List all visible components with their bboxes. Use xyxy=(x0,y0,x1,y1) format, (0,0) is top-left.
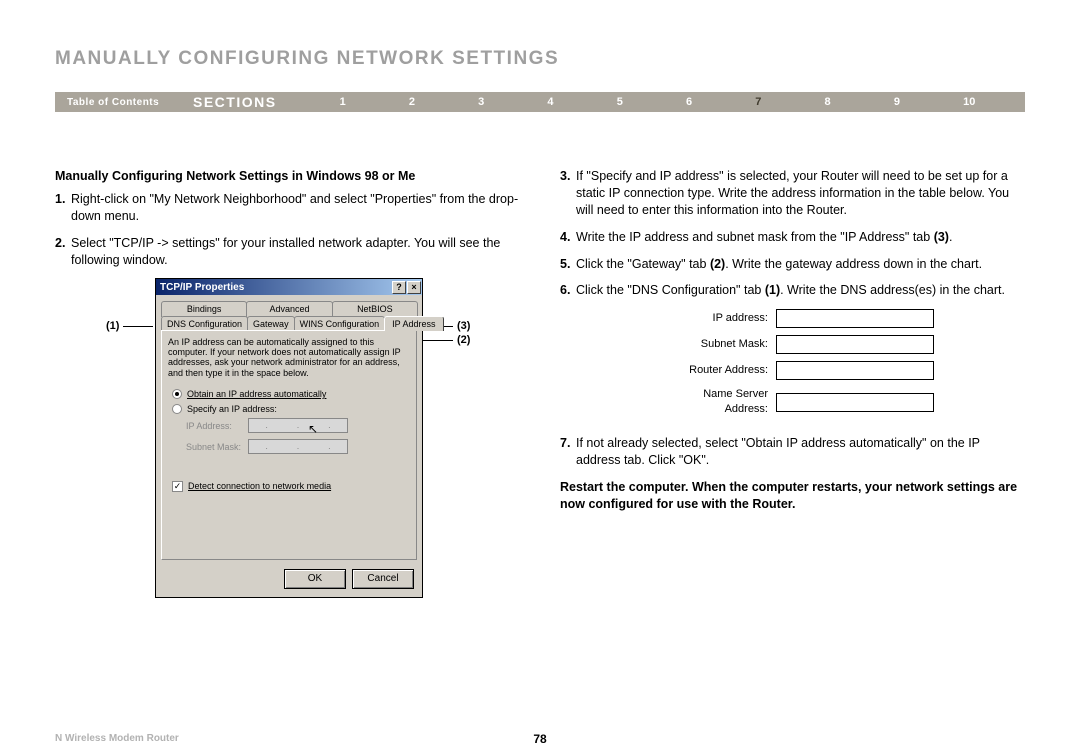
page-number: 78 xyxy=(533,732,546,746)
checkbox-icon: ✓ xyxy=(172,481,183,492)
address-form: IP address: Subnet Mask: Router Address:… xyxy=(660,309,1025,417)
section-num-9[interactable]: 9 xyxy=(894,96,900,108)
cursor-icon: ↖ xyxy=(308,421,318,437)
section-num-1[interactable]: 1 xyxy=(340,96,346,108)
ip-address-label: IP address: xyxy=(660,311,776,326)
section-numbers: 1 2 3 4 5 6 7 8 9 10 xyxy=(308,96,1025,108)
product-name: N Wireless Modem Router xyxy=(55,733,179,744)
radio-icon xyxy=(172,404,182,414)
list-number: 7. xyxy=(560,435,576,469)
subnet-mask-label: Subnet Mask: xyxy=(186,441,248,453)
step-4: Write the IP address and subnet mask fro… xyxy=(576,229,1025,246)
restart-note: Restart the computer. When the computer … xyxy=(560,479,1025,513)
step-5: Click the "Gateway" tab (2). Write the g… xyxy=(576,256,1025,273)
router-address-field[interactable] xyxy=(776,361,934,380)
tab-ip-address[interactable]: IP Address xyxy=(384,316,443,331)
list-number: 2. xyxy=(55,235,71,269)
section-num-5[interactable]: 5 xyxy=(617,96,623,108)
radio-label: Obtain an IP address automatically xyxy=(187,388,326,400)
step-1: Right-click on "My Network Neighborhood"… xyxy=(71,191,520,225)
step-6: Click the "DNS Configuration" tab (1). W… xyxy=(576,282,1025,299)
page-title: MANUALLY CONFIGURING NETWORK SETTINGS xyxy=(55,48,1025,70)
list-number: 1. xyxy=(55,191,71,225)
ip-address-label: IP Address: xyxy=(186,420,248,432)
tab-gateway[interactable]: Gateway xyxy=(247,316,295,331)
radio-specify[interactable]: Specify an IP address: xyxy=(172,403,410,415)
list-number: 5. xyxy=(560,256,576,273)
subnet-mask-input[interactable]: ... xyxy=(248,439,348,454)
section-num-2[interactable]: 2 xyxy=(409,96,415,108)
tcpip-dialog: TCP/IP Properties ? × Bindings Advanced … xyxy=(155,278,423,597)
ip-address-field[interactable] xyxy=(776,309,934,328)
sections-label: SECTIONS xyxy=(193,94,308,110)
tab-wins[interactable]: WINS Configuration xyxy=(294,316,386,331)
section-num-4[interactable]: 4 xyxy=(547,96,553,108)
dialog-description: An IP address can be automatically assig… xyxy=(168,337,410,378)
help-icon[interactable]: ? xyxy=(392,281,406,294)
router-address-label: Router Address: xyxy=(660,363,776,378)
step-3: If "Specify and IP address" is selected,… xyxy=(576,168,1025,219)
list-number: 3. xyxy=(560,168,576,219)
list-number: 6. xyxy=(560,282,576,299)
name-server-field[interactable] xyxy=(776,393,934,412)
step-2: Select "TCP/IP -> settings" for your ins… xyxy=(71,235,520,269)
ip-address-input[interactable]: ... xyxy=(248,418,348,433)
section-num-3[interactable]: 3 xyxy=(478,96,484,108)
step-7: If not already selected, select "Obtain … xyxy=(576,435,1025,469)
section-num-7[interactable]: 7 xyxy=(755,96,761,108)
toc-link[interactable]: Table of Contents xyxy=(55,97,193,108)
section-num-10[interactable]: 10 xyxy=(963,96,975,108)
page-footer: N Wireless Modem Router 78 xyxy=(55,733,1025,744)
tab-dns[interactable]: DNS Configuration xyxy=(161,316,248,331)
tab-bindings[interactable]: Bindings xyxy=(161,301,247,316)
subheading: Manually Configuring Network Settings in… xyxy=(55,168,520,185)
detect-connection-checkbox[interactable]: ✓ Detect connection to network media xyxy=(172,480,410,492)
cancel-button[interactable]: Cancel xyxy=(352,569,414,589)
left-column: Manually Configuring Network Settings in… xyxy=(55,168,520,598)
checkbox-label: Detect connection to network media xyxy=(188,480,331,492)
radio-obtain-auto[interactable]: Obtain an IP address automatically xyxy=(172,388,410,400)
section-num-8[interactable]: 8 xyxy=(825,96,831,108)
close-icon[interactable]: × xyxy=(407,281,421,294)
callout-2: (2) xyxy=(423,333,470,348)
right-column: 3.If "Specify and IP address" is selecte… xyxy=(560,168,1025,598)
ok-button[interactable]: OK xyxy=(284,569,346,589)
dialog-titlebar: TCP/IP Properties ? × xyxy=(156,279,422,295)
subnet-mask-field[interactable] xyxy=(776,335,934,354)
tab-netbios[interactable]: NetBIOS xyxy=(332,301,418,316)
radio-label: Specify an IP address: xyxy=(187,403,277,415)
section-navbar: Table of Contents SECTIONS 1 2 3 4 5 6 7… xyxy=(55,92,1025,112)
list-number: 4. xyxy=(560,229,576,246)
dialog-title: TCP/IP Properties xyxy=(160,281,244,295)
radio-icon xyxy=(172,389,182,399)
callout-1: (1) xyxy=(106,319,153,334)
section-num-6[interactable]: 6 xyxy=(686,96,692,108)
tab-advanced[interactable]: Advanced xyxy=(246,301,332,316)
name-server-label: Name Server Address: xyxy=(660,387,776,417)
subnet-mask-label: Subnet Mask: xyxy=(660,337,776,352)
